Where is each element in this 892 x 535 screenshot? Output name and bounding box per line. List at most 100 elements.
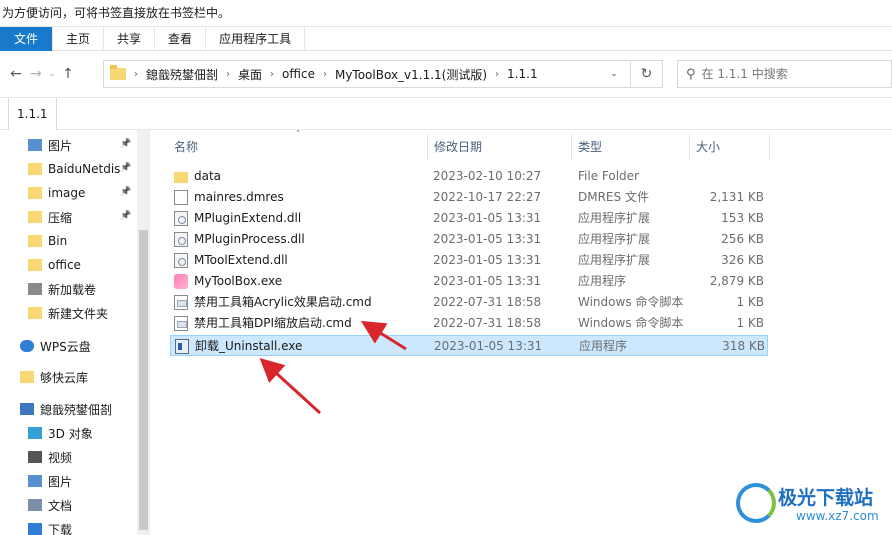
up-arrow-icon[interactable]: ↑ <box>58 66 78 82</box>
tab-app-tools[interactable]: 应用程序工具 <box>206 27 306 51</box>
tab-home[interactable]: 主页 <box>53 27 105 51</box>
folder-icon <box>174 172 188 183</box>
dll-icon <box>174 232 188 247</box>
file-size <box>690 166 764 187</box>
breadcrumb-separator-icon: › <box>134 68 138 80</box>
pictures-icon <box>28 475 42 487</box>
drive-icon <box>28 283 42 295</box>
sidebar-item-label: office <box>48 258 81 272</box>
file-date: 2022-10-17 22:27 <box>433 190 542 204</box>
sidebar-item[interactable]: 新加载卷 <box>28 278 96 300</box>
watermark-brand: 极光下载站 <box>778 487 874 509</box>
navigation-pane: 图片 📌 BaiduNetdis 📌 image 📌 压缩 📌 Bin office 新加载卷 新建文… <box>0 130 150 535</box>
address-bar[interactable]: › 鎴戠殑鐢佃剳 › 桌面 › office › MyToolBox_v1.1.… <box>103 60 663 88</box>
sidebar-item[interactable]: 图片 <box>28 470 72 492</box>
file-row[interactable]: 禁用工具箱DPI缩放启动.cmd 2022-07-31 18:58 Windows … <box>170 313 768 334</box>
column-header-size[interactable]: 大小 <box>690 134 770 160</box>
sidebar-item[interactable]: 视频 <box>28 446 72 468</box>
file-name-cell: 禁用工具箱DPI缩放启动.cmd <box>174 313 352 334</box>
file-type: DMRES 文件 <box>578 190 649 204</box>
folder-icon <box>110 65 126 80</box>
file-name: 卸载_Uninstall.exe <box>195 339 303 353</box>
file-size: 1 KB <box>736 316 764 330</box>
pin-icon[interactable]: 📌 <box>120 139 131 149</box>
pin-icon[interactable]: 📌 <box>120 163 131 173</box>
sidebar-item[interactable]: 鎴戠殑鐢佃剳 <box>20 398 112 420</box>
app-icon <box>174 274 188 289</box>
forward-arrow-icon[interactable]: → <box>26 66 46 82</box>
sidebar-item[interactable]: 3D 对象 <box>28 422 93 444</box>
folder-icon <box>20 371 34 383</box>
file-name-cell: MPluginExtend.dll <box>174 208 301 229</box>
file-date: 2023-01-05 13:31 <box>433 274 542 288</box>
file-row[interactable]: MPluginProcess.dll 2023-01-05 13:31 应用程序扩展… <box>170 229 768 250</box>
folder-icon <box>28 187 42 199</box>
watermark-logo-icon <box>736 483 776 523</box>
recent-chevron-icon[interactable]: ⌄ <box>46 69 58 79</box>
sidebar-item[interactable]: 够快云库 <box>20 366 88 388</box>
column-header-name[interactable]: 名称 <box>168 134 428 160</box>
sidebar-item[interactable]: Bin <box>28 230 67 252</box>
breadcrumb-desktop[interactable]: 桌面 <box>238 66 262 83</box>
file-row[interactable]: 卸载_Uninstall.exe 2023-01-05 13:31 应用程序 318 … <box>170 335 768 356</box>
sidebar-item[interactable]: 压缩 <box>28 206 72 228</box>
tab-share[interactable]: 共享 <box>104 27 156 51</box>
file-name-cell: 卸载_Uninstall.exe <box>175 336 302 357</box>
sidebar-item[interactable]: WPS云盘 <box>20 335 91 357</box>
sidebar-item-label: 视频 <box>48 450 73 465</box>
sidebar-item-label: WPS云盘 <box>40 339 91 354</box>
file-name: MPluginExtend.dll <box>194 211 302 225</box>
tab-view[interactable]: 查看 <box>155 27 207 51</box>
file-name: MToolExtend.dll <box>194 253 288 267</box>
file-name: data <box>194 169 222 183</box>
pin-icon[interactable]: 📌 <box>120 211 131 221</box>
sidebar-item-label: image <box>48 186 86 200</box>
refresh-icon[interactable]: ↻ <box>630 61 662 87</box>
breadcrumb-mytoolbox[interactable]: MyToolBox_v1.1.1(测试版) <box>335 66 487 83</box>
file-size: 153 KB <box>721 211 764 225</box>
sidebar-item-label: 图片 <box>48 138 73 153</box>
file-row[interactable]: MToolExtend.dll 2023-01-05 13:31 应用程序扩展 326… <box>170 250 768 271</box>
file-row[interactable]: MyToolBox.exe 2023-01-05 13:31 应用程序 2,879 K… <box>170 271 768 292</box>
file-type: File Folder <box>578 169 639 183</box>
file-size: 1 KB <box>736 295 764 309</box>
breadcrumb-separator-icon: › <box>226 68 231 80</box>
back-arrow-icon[interactable]: ← <box>6 66 26 82</box>
folder-tab[interactable]: 1.1.1 <box>8 98 57 130</box>
column-header-type[interactable]: 类型 <box>572 134 690 160</box>
search-icon: ⚲ <box>686 66 696 82</box>
file-name-cell: MPluginProcess.dll <box>174 229 305 250</box>
search-input[interactable] <box>701 67 882 81</box>
sidebar-scrollbar-thumb[interactable] <box>139 230 148 530</box>
breadcrumb-version[interactable]: 1.1.1 <box>507 67 538 81</box>
tab-file[interactable]: 文件 <box>0 27 54 51</box>
file-row[interactable]: MPluginExtend.dll 2023-01-05 13:31 应用程序扩展 1… <box>170 208 768 229</box>
file-size: 2,879 KB <box>709 274 764 288</box>
file-name: 禁用工具箱Acrylic效果启动.cmd <box>194 295 372 309</box>
download-icon <box>28 523 42 535</box>
file-row[interactable]: 禁用工具箱Acrylic效果启动.cmd 2022-07-31 18:58 Wind… <box>170 292 768 313</box>
sidebar-item[interactable]: 下载 <box>28 518 72 535</box>
sidebar-item[interactable]: office <box>28 254 81 276</box>
folder-icon <box>28 235 42 247</box>
file-row[interactable]: data 2023-02-10 10:27 File Folder <box>170 166 768 187</box>
pin-icon[interactable]: 📌 <box>120 187 131 197</box>
file-name: MyToolBox.exe <box>194 274 283 288</box>
address-dropdown-icon[interactable]: ⌄ <box>604 69 624 79</box>
sidebar-item[interactable]: BaiduNetdis <box>28 158 120 180</box>
watermark: 极光下载站 www.xz7.com <box>736 483 886 527</box>
sidebar-item[interactable]: image <box>28 182 85 204</box>
search-box[interactable]: ⚲ <box>677 60 892 88</box>
breadcrumb-office[interactable]: office <box>282 67 315 81</box>
file-name-cell: MyToolBox.exe <box>174 271 282 292</box>
sidebar-item[interactable]: 图片 <box>28 134 72 156</box>
sidebar-item[interactable]: 文档 <box>28 494 72 516</box>
file-size: 2,131 KB <box>709 190 764 204</box>
computer-icon <box>20 403 34 415</box>
breadcrumb-computer[interactable]: 鎴戠殑鐢佃剳 <box>146 66 218 83</box>
file-row[interactable]: mainres.dmres 2022-10-17 22:27 DMRES 文件 2,1… <box>170 187 768 208</box>
sidebar-item-label: 图片 <box>48 474 73 489</box>
file-date: 2022-07-31 18:58 <box>433 295 542 309</box>
column-header-date[interactable]: 修改日期 <box>428 134 572 160</box>
sidebar-item[interactable]: 新建文件夹 <box>28 302 108 324</box>
